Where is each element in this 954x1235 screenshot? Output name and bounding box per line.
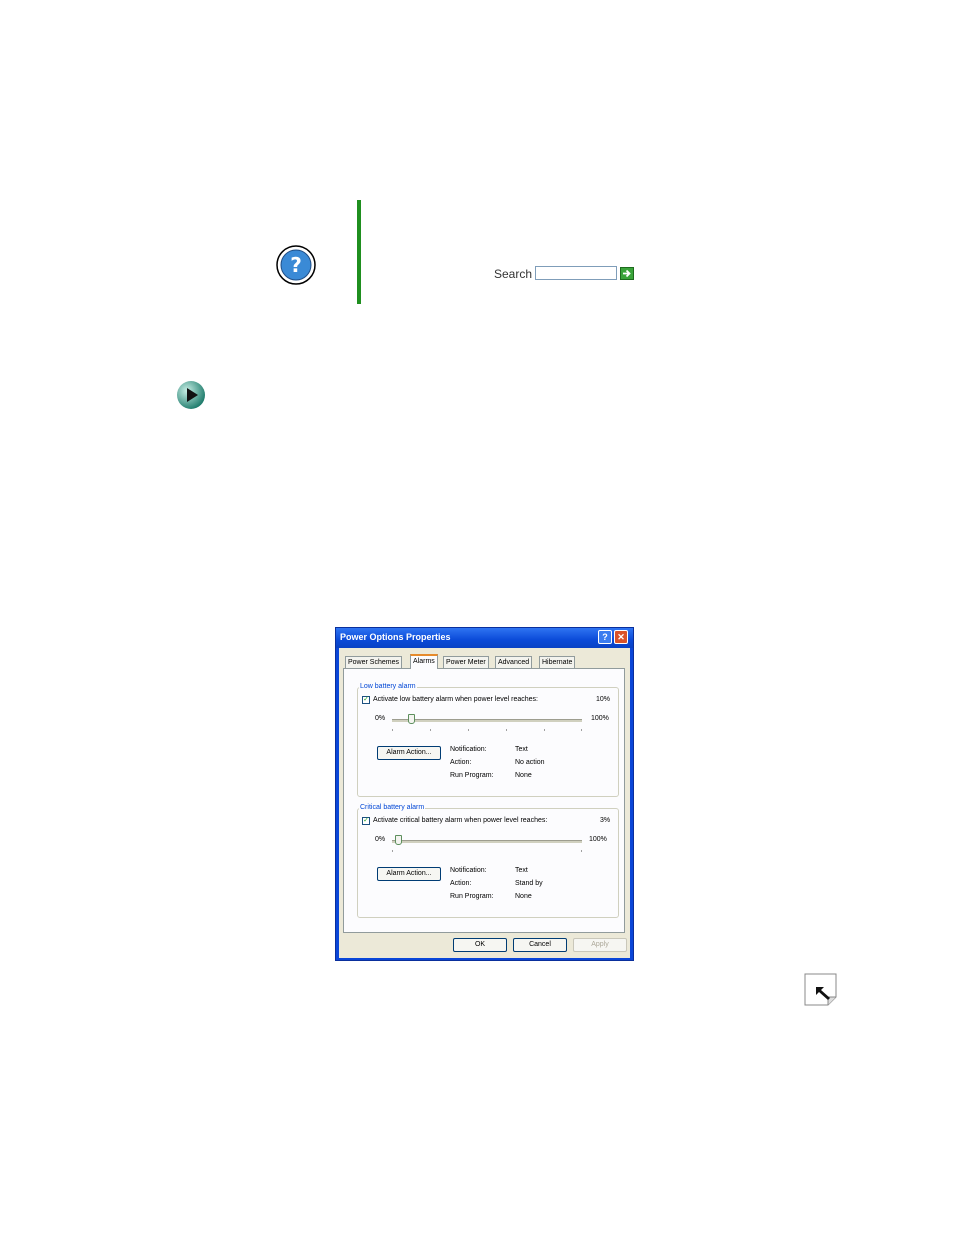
ok-button[interactable]: OK (453, 938, 507, 952)
dialog-title: Power Options Properties (340, 632, 451, 642)
help-question-icon: ? (276, 245, 316, 285)
critical-battery-max-label: 100% (589, 836, 607, 843)
critical-notification-value: Text (515, 867, 528, 874)
dialog-titlebar[interactable]: Power Options Properties ? ✕ (336, 628, 633, 648)
svg-text:?: ? (290, 253, 302, 277)
search-label: Search (494, 267, 533, 281)
low-battery-checkbox[interactable]: ✓ (362, 696, 370, 704)
critical-notification-label: Notification: (450, 867, 487, 874)
low-battery-slider-thumb[interactable] (408, 714, 415, 724)
critical-battery-checkbox[interactable]: ✓ (362, 817, 370, 825)
critical-run-program-value: None (515, 893, 532, 900)
slider-tick (581, 850, 582, 852)
critical-battery-group-title: Critical battery alarm (359, 804, 426, 811)
titlebar-close-button[interactable]: ✕ (614, 630, 628, 644)
apply-button[interactable]: Apply (573, 938, 627, 952)
slider-tick (392, 850, 393, 852)
critical-action-value: Stand by (515, 880, 543, 887)
slider-tick (430, 729, 431, 731)
low-battery-alarm-action-button[interactable]: Alarm Action... (377, 746, 441, 760)
page-corner-arrow-icon (804, 973, 837, 1006)
low-run-program-value: None (515, 772, 532, 779)
search-input[interactable] (535, 266, 617, 280)
tab-hibernate[interactable]: Hibernate (539, 656, 576, 668)
tab-power-schemes[interactable]: Power Schemes (345, 656, 402, 668)
tab-alarms[interactable]: Alarms (410, 654, 438, 669)
critical-battery-slider-thumb[interactable] (394, 835, 402, 845)
slider-tick (506, 729, 507, 731)
low-battery-checkbox-label: Activate low battery alarm when power le… (373, 696, 538, 703)
play-arrow-icon (176, 380, 206, 410)
titlebar-help-button[interactable]: ? (598, 630, 612, 644)
slider-tick (392, 729, 393, 731)
critical-battery-slider-track[interactable] (392, 840, 582, 843)
critical-battery-min-label: 0% (375, 836, 386, 843)
cancel-button[interactable]: Cancel (513, 938, 567, 952)
low-notification-value: Text (515, 746, 528, 753)
slider-tick (468, 729, 469, 731)
search-go-arrow-icon (623, 269, 631, 278)
search-go-button[interactable] (620, 267, 634, 280)
critical-run-program-label: Run Program: (450, 893, 494, 900)
critical-battery-checkbox-label: Activate critical battery alarm when pow… (373, 817, 548, 824)
power-options-dialog: Power Options Properties ? ✕ Power Schem… (335, 627, 634, 961)
low-notification-label: Notification: (450, 746, 487, 753)
low-run-program-label: Run Program: (450, 772, 494, 779)
low-battery-max-label: 100% (591, 715, 609, 722)
tip-divider (357, 200, 361, 304)
alarms-tab-panel: Low battery alarm ✓ Activate low battery… (343, 668, 625, 933)
critical-action-label: Action: (450, 880, 472, 887)
tab-power-meter[interactable]: Power Meter (443, 656, 489, 668)
slider-tick (581, 729, 582, 731)
low-battery-slider-track[interactable] (392, 719, 582, 722)
low-battery-min-label: 0% (375, 715, 386, 722)
slider-tick (544, 729, 545, 731)
critical-battery-alarm-action-button[interactable]: Alarm Action... (377, 867, 441, 881)
low-battery-group-title: Low battery alarm (359, 683, 417, 690)
low-action-label: Action: (450, 759, 472, 766)
low-battery-group (357, 687, 619, 797)
low-battery-level: 10% (596, 696, 611, 703)
low-action-value: No action (515, 759, 545, 766)
critical-battery-level: 3% (600, 817, 611, 824)
tab-advanced[interactable]: Advanced (495, 656, 533, 668)
critical-battery-group (357, 808, 619, 918)
dialog-client-area: Power Schemes Alarms Power Meter Advance… (339, 648, 630, 958)
